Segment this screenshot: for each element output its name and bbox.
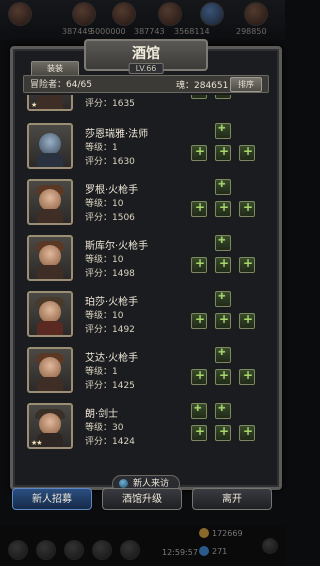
equip-slot[interactable] — [191, 424, 207, 441]
hero-score: 评分：1425 — [85, 381, 135, 391]
hero-row[interactable]: 斯库尔·火枪手 等级：10 评分：1498 — [25, 235, 267, 289]
skill-slot[interactable] — [215, 235, 231, 251]
gem-icon — [199, 546, 209, 556]
hud-value: 387449 — [62, 27, 93, 36]
resource-icon — [158, 2, 182, 26]
hero-portrait[interactable] — [27, 291, 73, 337]
hero-level: 等级：10 — [85, 255, 124, 265]
menu-icon[interactable] — [92, 540, 112, 560]
star-rank: ★★ — [31, 439, 43, 447]
hero-portrait[interactable] — [27, 179, 73, 225]
hero-name: 莎恩瑞雅·法师 — [85, 129, 149, 140]
hero-row[interactable]: 艾达·火枪手 等级：1 评分：1425 — [25, 347, 267, 401]
hero-level: 等级：10 — [85, 199, 124, 209]
equip-slot[interactable] — [239, 312, 255, 329]
equip-slot[interactable] — [191, 95, 207, 99]
hud-value: 298850 — [236, 27, 267, 36]
equip-slot[interactable] — [239, 144, 255, 161]
hero-portrait[interactable] — [27, 123, 73, 169]
hero-name: 罗根·火枪手 — [85, 185, 139, 196]
panel-title: 酒馆 — [132, 46, 160, 62]
hero-level: 等级：1 — [85, 143, 118, 153]
skill-slot[interactable] — [215, 123, 231, 139]
menu-icon[interactable] — [36, 540, 56, 560]
tavern-level-badge: LV.66 — [128, 63, 164, 74]
skill-slot[interactable] — [191, 403, 207, 419]
gold-count: 172669 — [212, 529, 243, 538]
star-rank: ★ — [31, 101, 37, 109]
equip-slot[interactable] — [191, 144, 207, 161]
upgrade-tavern-button[interactable]: 酒馆升级 — [102, 488, 182, 510]
hero-score: 评分：1424 — [85, 437, 135, 447]
resource-icon — [112, 2, 136, 26]
info-bar: 冒险者：64/65 魂：284651 排序 — [23, 75, 269, 93]
gem-count: 271 — [212, 547, 228, 556]
gold-icon — [199, 528, 209, 538]
hero-score: 评分：1506 — [85, 213, 135, 223]
equip-slot[interactable] — [191, 368, 207, 385]
hero-score: 评分：1635 — [85, 99, 135, 109]
skill-slot[interactable] — [215, 291, 231, 307]
equip-slot[interactable] — [215, 95, 231, 99]
equip-slot[interactable] — [239, 368, 255, 385]
recruit-button[interactable]: 新人招募 — [12, 488, 92, 510]
equip-slot[interactable] — [191, 200, 207, 217]
hud-value: 387743 — [134, 27, 165, 36]
hero-portrait[interactable] — [27, 235, 73, 281]
hero-avatar-icon[interactable] — [8, 2, 32, 26]
skill-slot[interactable] — [215, 179, 231, 195]
hero-row[interactable]: 珀莎·火枪手 等级：10 评分：1492 — [25, 291, 267, 345]
equip-slot[interactable] — [191, 312, 207, 329]
equip-slot[interactable] — [239, 424, 255, 441]
equip-slot[interactable] — [215, 256, 231, 273]
hero-name: 斯库尔·火枪手 — [85, 241, 149, 252]
top-hud: 387449 5000000 387743 3568114 298850 — [0, 0, 285, 40]
hud-value: 5000000 — [90, 27, 126, 36]
hero-portrait[interactable]: ★ — [27, 95, 73, 111]
hero-score: 评分：1630 — [85, 157, 135, 167]
hero-row[interactable]: ★★ 朗·剑士 等级：30 评分：1424 — [25, 403, 267, 457]
equip-slot[interactable] — [239, 256, 255, 273]
hud-value: 3568114 — [174, 27, 210, 36]
hero-score: 评分：1498 — [85, 269, 135, 279]
hero-name: 朗·剑士 — [85, 409, 119, 420]
skill-slot[interactable] — [215, 403, 231, 419]
menu-icon[interactable] — [120, 540, 140, 560]
equip-slot[interactable] — [215, 424, 231, 441]
hero-row[interactable]: ★ 评分：1635 — [25, 95, 267, 119]
sort-button[interactable]: 排序 — [230, 77, 262, 92]
hero-level: 等级：1 — [85, 367, 118, 377]
menu-icon[interactable] — [64, 540, 84, 560]
hero-row[interactable]: 罗根·火枪手 等级：10 评分：1506 — [25, 179, 267, 233]
menu-icon[interactable] — [8, 540, 28, 560]
resource-icon — [72, 2, 96, 26]
skill-slot[interactable] — [215, 347, 231, 363]
equip-slot[interactable] — [215, 144, 231, 161]
equip-slot[interactable] — [215, 368, 231, 385]
hero-portrait[interactable] — [27, 347, 73, 393]
clock: 12:59:57 — [162, 548, 198, 557]
hero-score: 评分：1492 — [85, 325, 135, 335]
orb-icon — [118, 479, 128, 488]
equip-slot[interactable] — [215, 312, 231, 329]
hero-name: 珀莎·火枪手 — [85, 297, 139, 308]
resource-icon — [244, 2, 268, 26]
equip-slot[interactable] — [239, 200, 255, 217]
bottom-hud: 12:59:57 172669 271 — [0, 526, 285, 566]
hero-level: 等级：30 — [85, 423, 124, 433]
soul-count: 魂：284651 — [176, 81, 229, 91]
hero-level: 等级：10 — [85, 311, 124, 321]
tavern-panel: 酒馆 LV.66 装装 冒险者：64/65 魂：284651 排序 ★ 评分：1… — [10, 39, 282, 493]
equip-slot[interactable] — [191, 256, 207, 273]
hero-portrait[interactable]: ★★ — [27, 403, 73, 449]
equip-slot[interactable] — [215, 200, 231, 217]
adventurer-count: 冒险者：64/65 — [30, 80, 92, 90]
resource-icon — [200, 2, 224, 26]
hero-row[interactable]: 莎恩瑞雅·法师 等级：1 评分：1630 — [25, 123, 267, 177]
leave-button[interactable]: 离开 — [192, 488, 272, 510]
plus-icon[interactable] — [262, 538, 278, 554]
hero-name: 艾达·火枪手 — [85, 353, 139, 364]
hero-list[interactable]: ★ 评分：1635 莎恩瑞雅·法师 等级：1 评分：1630 罗根·火枪手 等级… — [25, 95, 267, 483]
